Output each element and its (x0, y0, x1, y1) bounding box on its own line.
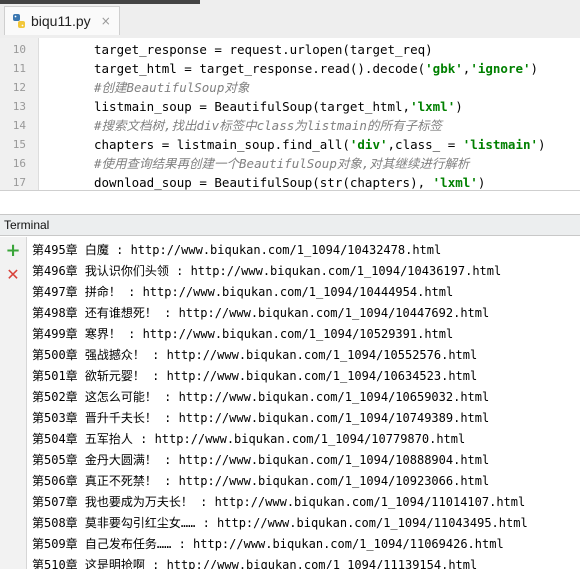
string-literal: 'lxml' (410, 99, 456, 114)
code-comment: #创建BeautifulSoup对象 (94, 80, 250, 95)
code-line[interactable]: 11 target_html = target_response.read().d… (0, 59, 580, 78)
code-token: chapters = listmain_soup.find_all( (94, 137, 350, 152)
terminal-output-line: 第503章 晋升千夫长！ : http://www.biqukan.com/1_… (32, 411, 490, 425)
terminal-output-line: 第505章 金丹大圆满！ : http://www.biqukan.com/1_… (32, 453, 490, 467)
code-token: ) (530, 61, 539, 76)
string-literal: 'ignore' (470, 61, 531, 76)
line-number: 12 (12, 81, 26, 94)
code-line[interactable]: 15 chapters = listmain_soup.find_all('div… (0, 135, 580, 154)
python-file-icon (11, 13, 27, 29)
code-token: ,class_ = (387, 137, 463, 152)
terminal-output-line: 第509章 自己发布任务…… : http://www.biqukan.com/… (32, 537, 504, 551)
terminal-output-line: 第500章 强战撼众！ : http://www.biqukan.com/1_1… (32, 348, 478, 362)
code-token: ) (455, 99, 463, 114)
code-text: chapters = listmain_soup.find_all('div',… (94, 135, 546, 154)
code-comment: #搜索文档树,找出div标签中class为listmain的所有子标签 (94, 118, 442, 133)
new-session-icon[interactable]: + (4, 240, 22, 261)
string-literal: 'lxml' (432, 175, 478, 190)
line-number: 15 (12, 138, 26, 151)
code-text: #使用查询结果再创建一个BeautifulSoup对象,对其继续进行解析 (94, 154, 469, 173)
line-number: 14 (12, 119, 26, 132)
terminal-header: Terminal (0, 214, 580, 236)
code-text: listmain_soup = BeautifulSoup(target_htm… (94, 97, 463, 116)
code-line[interactable]: 17 download_soup = BeautifulSoup(str(chap… (0, 173, 580, 192)
line-number: 11 (12, 62, 26, 75)
string-literal: 'div' (349, 137, 388, 152)
terminal-output-line: 第508章 莫非要勾引红尘女…… : http://www.biqukan.co… (32, 516, 528, 530)
code-token: target_html = target_response.read().dec… (94, 61, 426, 76)
line-number: 13 (12, 100, 26, 113)
code-token: download_soup = BeautifulSoup(str(chapte… (94, 175, 433, 190)
code-text: #搜索文档树,找出div标签中class为listmain的所有子标签 (94, 116, 442, 135)
tab-biqu11-py[interactable]: biqu11.py × (4, 6, 120, 35)
terminal-toolbar: + ✕ (0, 237, 27, 569)
close-session-icon[interactable]: ✕ (4, 265, 22, 284)
terminal-title: Terminal (4, 218, 50, 232)
tab-filename: biqu11.py (31, 13, 91, 29)
terminal-output-line: 第502章 这怎么可能！ : http://www.biqukan.com/1_… (32, 390, 490, 404)
code-text: download_soup = BeautifulSoup(str(chapte… (94, 173, 485, 192)
terminal-output-line: 第504章 五军抬人 : http://www.biqukan.com/1_10… (32, 432, 466, 446)
code-text: target_html = target_response.read().dec… (94, 59, 538, 78)
line-number: 16 (12, 157, 26, 170)
terminal-output-line: 第507章 我也要成为万夫长！ : http://www.biqukan.com… (32, 495, 526, 509)
string-literal: 'gbk' (425, 61, 463, 76)
terminal-output-line: 第501章 欲斩元婴！ : http://www.biqukan.com/1_1… (32, 369, 478, 383)
code-line[interactable]: 12 #创建BeautifulSoup对象 (0, 78, 580, 97)
line-number: 10 (12, 43, 26, 56)
code-line[interactable]: 10 target_response = request.urlopen(targ… (0, 40, 580, 59)
code-token: ) (477, 175, 486, 190)
code-line[interactable]: 13 listmain_soup = BeautifulSoup(target_h… (0, 97, 580, 116)
code-token: ) (538, 137, 546, 152)
terminal-output-line: 第498章 还有谁想死！ : http://www.biqukan.com/1_… (32, 306, 490, 320)
tab-close-icon[interactable]: × (101, 14, 111, 28)
terminal-output-line: 第497章 拼命！ : http://www.biqukan.com/1_109… (32, 285, 454, 299)
terminal-output-line: 第510章 这是明抢啊 : http://www.biqukan.com/1_1… (32, 558, 478, 569)
terminal-output-line: 第499章 寒界！ : http://www.biqukan.com/1_109… (32, 327, 454, 341)
terminal-output-line: 第495章 白魔 : http://www.biqukan.com/1_1094… (32, 243, 442, 257)
code-token: listmain_soup = BeautifulSoup(target_htm… (94, 99, 411, 114)
string-literal: 'listmain' (462, 137, 539, 152)
code-comment: #使用查询结果再创建一个BeautifulSoup对象,对其继续进行解析 (94, 156, 470, 171)
terminal-output-line: 第506章 真正不死禁！ : http://www.biqukan.com/1_… (32, 474, 490, 488)
line-number: 17 (12, 176, 26, 189)
code-line[interactable]: 16 #使用查询结果再创建一个BeautifulSoup对象,对其继续进行解析 (0, 154, 580, 173)
code-text: target_response = request.urlopen(target… (94, 40, 433, 59)
code-text: #创建BeautifulSoup对象 (94, 78, 249, 97)
editor-tab-bar: biqu11.py × (0, 0, 580, 39)
code-line[interactable]: 14 #搜索文档树,找出div标签中class为listmain的所有子标签 (0, 116, 580, 135)
terminal-output[interactable]: 第495章 白魔 : http://www.biqukan.com/1_1094… (27, 237, 580, 569)
terminal-output-line: 第496章 我认识你们头领 : http://www.biqukan.com/1… (32, 264, 502, 278)
window-top-strip (0, 0, 200, 4)
code-editor[interactable]: 10 target_response = request.urlopen(targ… (0, 38, 580, 191)
code-token: target_response = request.urlopen(target… (94, 42, 433, 57)
